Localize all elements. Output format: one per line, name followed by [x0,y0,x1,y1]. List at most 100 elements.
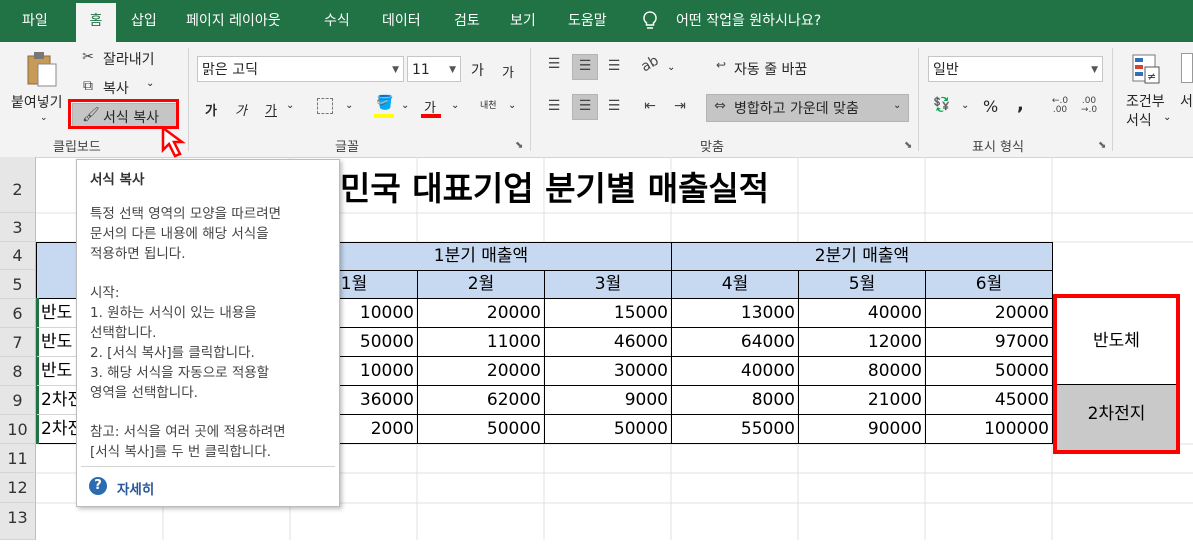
merge-dropdown-icon[interactable]: ⌄ [893,100,901,111]
phonetic-dropdown-icon[interactable]: ⌄ [508,100,516,111]
accounting-format-icon[interactable]: 💱 [932,97,952,113]
data-cell[interactable]: 46000 [545,328,672,357]
row-header-7[interactable]: 7 [0,328,36,357]
data-cell[interactable]: 8000 [672,386,799,415]
data-cell[interactable]: 20000 [418,357,545,386]
align-left-icon[interactable]: ☰ [544,98,564,114]
accounting-dropdown-icon[interactable]: ⌄ [961,100,969,111]
data-cell[interactable]: 15000 [545,299,672,328]
tooltip-more-link[interactable]: 자세히 [117,478,154,498]
conditional-format-label-2[interactable]: 서식 [1126,110,1152,130]
font-name-combo[interactable]: 맑은 고딕 ▼ [197,56,404,82]
row-header-9[interactable]: 9 [0,386,36,415]
row-header-6[interactable]: 6 [0,299,36,328]
decrease-decimal-icon[interactable]: .00 →.0 [1078,97,1100,115]
align-top-icon[interactable]: ☰ [544,56,564,72]
row-header-8[interactable]: 8 [0,357,36,386]
conditional-format-label-1[interactable]: 조건부 [1126,91,1165,111]
data-cell[interactable]: 12000 [799,328,926,357]
format-as-table-icon[interactable] [1181,53,1193,83]
paste-icon[interactable] [26,50,60,92]
data-cell[interactable]: 50000 [545,415,672,443]
data-cell[interactable]: 40000 [799,299,926,328]
header-month[interactable]: 6월 [925,270,1053,299]
orientation-dropdown-icon[interactable]: ⌄ [667,62,675,73]
row-header-10[interactable]: 10 [0,415,36,444]
increase-indent-icon[interactable]: ⇥ [670,98,690,114]
wrap-text-button[interactable]: 자동 줄 바꿈 [734,59,807,79]
data-cell[interactable]: 9000 [545,386,672,415]
italic-button[interactable]: 가 [235,100,247,119]
grow-font-button[interactable]: 가 [471,60,484,80]
header-q1[interactable]: 1분기 매출액 [290,242,672,271]
side-cell-battery[interactable]: 2차전지 [1057,385,1176,450]
data-cell[interactable]: 50000 [418,415,545,443]
decrease-indent-icon[interactable]: ⇤ [640,98,660,114]
font-color-dropdown-icon[interactable]: ⌄ [451,100,459,111]
dialog-launcher-icon[interactable]: ⬊ [515,140,523,151]
header-month[interactable]: 2월 [417,270,545,299]
copy-button[interactable]: 복사 [103,78,129,98]
tab-home[interactable]: 홈 [76,3,116,42]
row-header-2[interactable]: 2 [0,157,36,213]
dialog-launcher-icon[interactable]: ⬊ [904,140,912,151]
align-bottom-icon[interactable]: ☰ [604,58,624,74]
data-cell[interactable]: 55000 [672,415,799,443]
row-header-13[interactable]: 13 [0,503,36,540]
tab-file[interactable]: 파일 [22,0,48,42]
shrink-font-button[interactable]: 가 [502,62,514,81]
tab-help[interactable]: 도움말 [568,0,607,42]
header-month[interactable]: 5월 [798,270,926,299]
font-size-combo[interactable]: 11 ▼ [407,56,461,82]
tab-data[interactable]: 데이터 [382,0,421,42]
row-header-3[interactable]: 3 [0,213,36,242]
data-cell[interactable]: 20000 [926,299,1052,328]
underline-button[interactable]: 가 [265,100,277,119]
borders-icon[interactable] [317,98,333,114]
header-month[interactable]: 3월 [544,270,672,299]
data-cell[interactable]: 90000 [799,415,926,443]
format-as-table-label[interactable]: 서 [1180,91,1193,111]
tab-insert[interactable]: 삽입 [131,0,157,42]
paste-dropdown-icon[interactable]: ⌄ [40,113,48,123]
underline-dropdown-icon[interactable]: ⌄ [286,100,294,111]
copy-dropdown-icon[interactable]: ⌄ [146,78,154,89]
conditional-formatting-icon[interactable]: ≠ [1131,53,1161,91]
number-format-combo[interactable]: 일반 ▼ [928,56,1103,82]
row-header-5[interactable]: 5 [0,270,36,299]
tab-view[interactable]: 보기 [510,0,536,42]
percent-button[interactable]: % [983,97,998,116]
fill-color-dropdown-icon[interactable]: ⌄ [401,100,409,111]
bold-button[interactable]: 가 [205,100,217,119]
paste-button[interactable]: 붙여넣기 [11,92,63,112]
increase-decimal-icon[interactable]: ←.0.00 [1049,97,1071,115]
data-cell[interactable]: 62000 [418,386,545,415]
data-cell[interactable]: 40000 [672,357,799,386]
row-header-12[interactable]: 12 [0,473,36,503]
data-cell[interactable]: 21000 [799,386,926,415]
dialog-launcher-icon[interactable]: ⬊ [1098,140,1106,151]
row-header-11[interactable]: 11 [0,444,36,473]
data-cell[interactable]: 100000 [926,415,1052,443]
cut-button[interactable]: 잘라내기 [103,49,155,69]
comma-button[interactable]: , [1017,94,1024,115]
side-cell-semiconductor[interactable]: 반도체 [1057,298,1176,385]
borders-dropdown-icon[interactable]: ⌄ [345,100,353,111]
data-cell[interactable]: 30000 [545,357,672,386]
align-right-icon[interactable]: ☰ [604,98,624,114]
data-cell[interactable]: 50000 [926,357,1052,386]
tab-review[interactable]: 검토 [454,0,480,42]
tab-page-layout[interactable]: 페이지 레이아웃 [186,0,281,42]
header-q2[interactable]: 2분기 매출액 [671,242,1053,271]
conditional-dropdown-icon[interactable]: ⌄ [1163,112,1171,123]
data-cell[interactable]: 97000 [926,328,1052,357]
data-cell[interactable]: 11000 [418,328,545,357]
header-month[interactable]: 4월 [671,270,799,299]
data-cell[interactable]: 80000 [799,357,926,386]
data-cell[interactable]: 20000 [418,299,545,328]
data-cell[interactable]: 64000 [672,328,799,357]
row-header-4[interactable]: 4 [0,242,36,270]
fill-color-icon[interactable]: 🪣 [376,95,394,111]
phonetic-button[interactable]: 내천 [480,98,497,111]
tab-formulas[interactable]: 수식 [324,0,350,42]
